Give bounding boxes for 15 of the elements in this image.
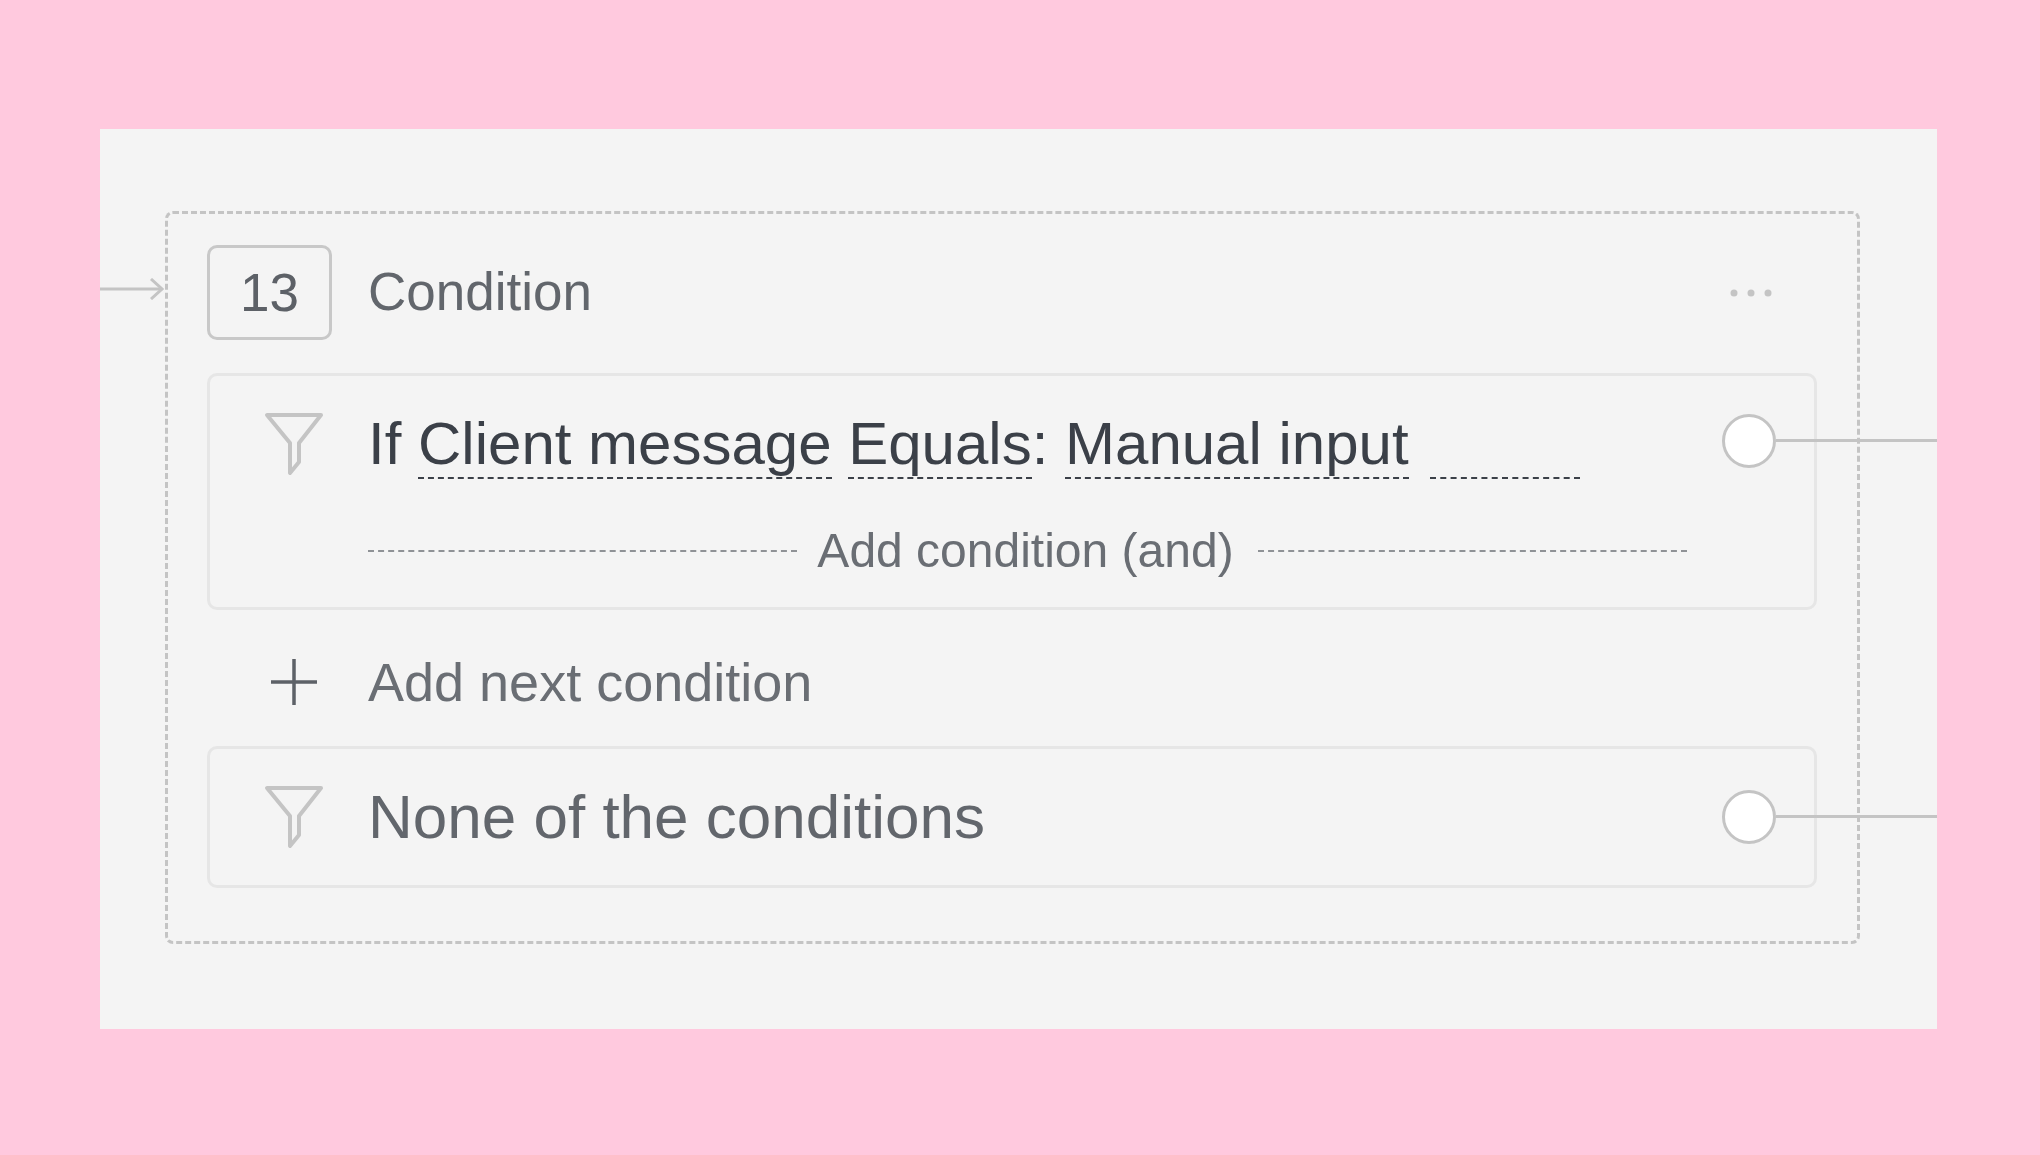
operator-link[interactable]: Equals: [848, 410, 1032, 479]
add-condition-button[interactable]: Add condition (and): [368, 524, 1687, 578]
funnel-icon: [264, 785, 324, 849]
fallback-label: None of the conditions: [368, 780, 985, 853]
step-number: 13: [207, 245, 332, 340]
funnel-icon: [264, 412, 324, 476]
value-link[interactable]: Manual input: [1065, 410, 1409, 479]
plus-icon: [269, 657, 319, 707]
more-icon[interactable]: [1730, 288, 1772, 297]
condition-sentence: If Client message Equals: Manual input: [368, 409, 1409, 480]
subject-link[interactable]: Client message: [418, 410, 832, 479]
node-title: Condition: [368, 263, 592, 322]
output-port[interactable]: [1722, 790, 1776, 844]
output-port[interactable]: [1722, 414, 1776, 468]
add-next-condition-button[interactable]: Add next condition: [269, 650, 813, 714]
